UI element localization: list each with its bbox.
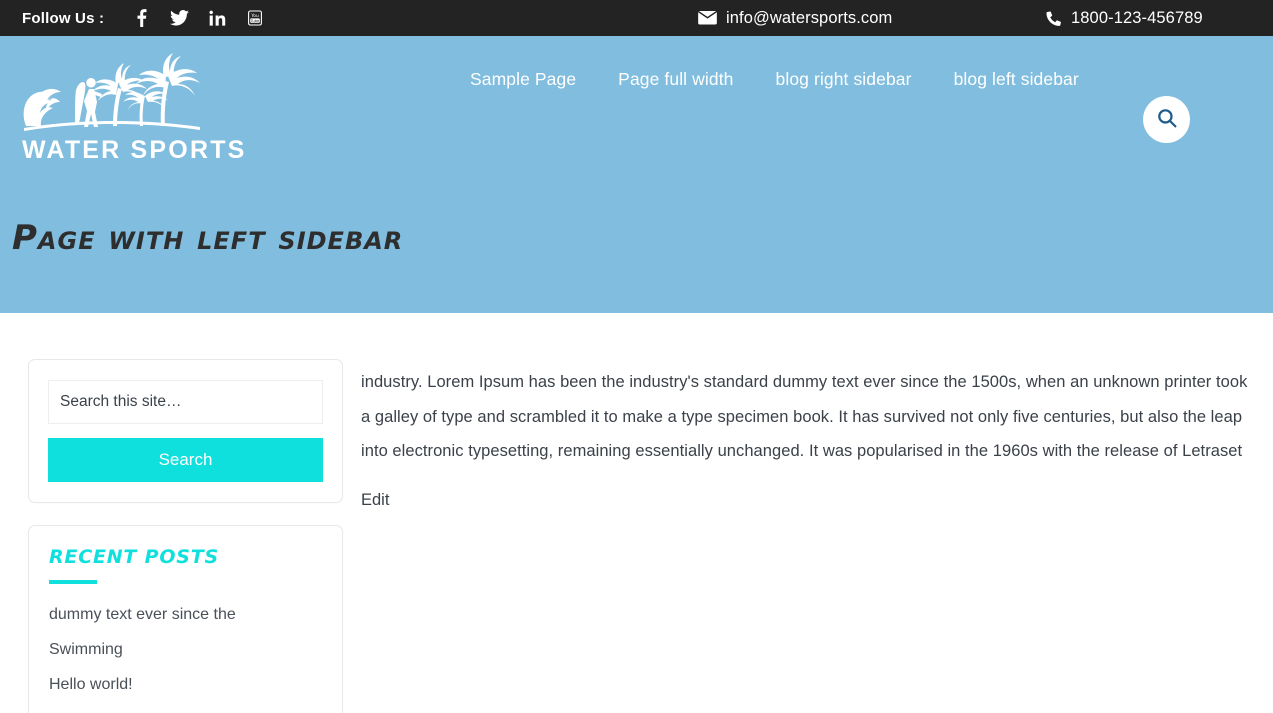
site-header: WATER SPORTS Sample Page Page full width… (0, 36, 1273, 164)
social-links: You Tube (122, 7, 274, 29)
nav-item-blog-left-sidebar[interactable]: blog left sidebar (954, 69, 1079, 90)
hero-banner: WATER SPORTS Sample Page Page full width… (0, 36, 1273, 313)
recent-posts-widget: Recent Posts dummy text ever since the S… (28, 525, 343, 713)
twitter-icon[interactable] (160, 7, 198, 29)
body-paragraph: industry. Lorem Ipsum has been the indus… (361, 373, 1248, 461)
title-underline (49, 580, 97, 584)
youtube-icon[interactable]: You Tube (236, 7, 274, 29)
list-item[interactable]: Hello world! (49, 676, 322, 694)
edit-link[interactable]: Edit (361, 491, 389, 510)
facebook-icon[interactable] (122, 7, 160, 29)
page-content: Search Recent Posts dummy text ever sinc… (0, 313, 1273, 713)
search-submit-button[interactable]: Search (48, 438, 323, 482)
hero-curve-divider (0, 277, 1273, 317)
search-input[interactable] (48, 380, 323, 424)
phone-text: 1800-123-456789 (1071, 8, 1203, 27)
main-navigation: Sample Page Page full width blog right s… (470, 69, 1079, 90)
search-icon (1157, 108, 1177, 131)
site-logo[interactable]: WATER SPORTS (18, 50, 268, 165)
list-item[interactable]: Swimming (49, 641, 322, 659)
envelope-icon (698, 11, 717, 25)
nav-item-page-full-width[interactable]: Page full width (618, 69, 733, 90)
nav-item-sample-page[interactable]: Sample Page (470, 69, 576, 90)
svg-text:Tube: Tube (250, 19, 260, 23)
top-bar: Follow Us : You Tube info@watersports.co… (0, 0, 1273, 36)
list-item[interactable]: dummy text ever since the (49, 606, 322, 624)
follow-us-group: Follow Us : You Tube (0, 7, 274, 29)
phone-icon (1046, 10, 1061, 26)
follow-us-label: Follow Us : (22, 9, 105, 27)
email-text: info@watersports.com (726, 8, 893, 27)
left-sidebar: Search Recent Posts dummy text ever sinc… (28, 359, 343, 713)
logo-text: WATER SPORTS (22, 136, 247, 164)
search-widget: Search (28, 359, 343, 503)
recent-posts-title: Recent Posts (49, 546, 220, 568)
linkedin-icon[interactable] (198, 7, 236, 29)
nav-item-blog-right-sidebar[interactable]: blog right sidebar (776, 69, 912, 90)
contact-email[interactable]: info@watersports.com (698, 9, 892, 28)
page-title: Page with left sidebar (12, 218, 404, 258)
logo-graphic (23, 53, 200, 131)
contact-phone[interactable]: 1800-123-456789 (1046, 9, 1203, 28)
main-content: industry. Lorem Ipsum has been the indus… (361, 359, 1251, 713)
svg-text:You: You (250, 13, 259, 19)
header-search-button[interactable] (1143, 96, 1190, 143)
